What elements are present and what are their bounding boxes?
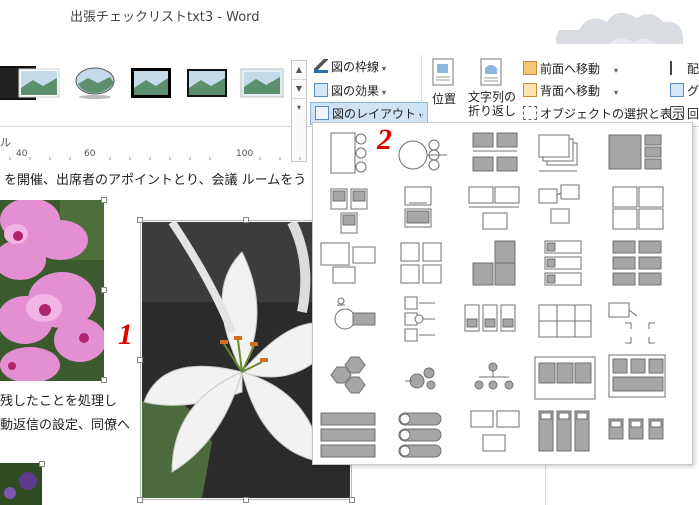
- document-text-line-1: を開催、出席者のアポイントとり、会議 ルームをう: [4, 173, 307, 188]
- picture-style-3[interactable]: [74, 66, 116, 100]
- position-button[interactable]: 位置: [428, 58, 460, 107]
- layout-option-3[interactable]: [472, 132, 518, 172]
- rotate-icon: [670, 106, 684, 120]
- chevron-down-icon: ▾: [614, 88, 619, 97]
- ruler-marks: [9, 157, 301, 160]
- layout-option-18[interactable]: [464, 304, 516, 332]
- layout-option-1[interactable]: [330, 132, 367, 174]
- layout-option-12[interactable]: [400, 242, 442, 284]
- document-text-line-3: 動返信の設定、同僚へ: [0, 418, 131, 433]
- send-backward-button[interactable]: 背面へ移動 ▾: [523, 82, 618, 99]
- ruler-tick-60: 60: [84, 149, 96, 159]
- small-photo[interactable]: [0, 463, 42, 505]
- resize-handle-flower-br[interactable]: [101, 377, 107, 383]
- layout-option-28[interactable]: [470, 410, 520, 452]
- phlox-photo[interactable]: [0, 200, 104, 381]
- align-icon: [670, 61, 684, 75]
- layout-option-4[interactable]: [538, 134, 578, 172]
- layout-option-30[interactable]: [608, 418, 664, 440]
- picture-effects-button[interactable]: 図の効果 ▾: [314, 82, 386, 99]
- layout-option-15[interactable]: [612, 240, 662, 286]
- layout-option-21[interactable]: [330, 356, 366, 394]
- window-title: 出張チェックリストtxt3 - Word: [70, 10, 260, 25]
- picture-layout-gallery[interactable]: .g { fill:#a6a6a6; stroke:#707070; strok…: [312, 122, 693, 465]
- bring-forward-icon: [523, 61, 537, 75]
- resize-handle-flower-mr[interactable]: [101, 287, 107, 293]
- title-bar: 出張チェックリストtxt3 - Word: [0, 0, 699, 50]
- layout-option-24[interactable]: [534, 356, 596, 400]
- selection-pane-icon: [523, 106, 537, 120]
- group-divider: [421, 55, 422, 117]
- layout-icon: [315, 106, 329, 120]
- resize-handle-br[interactable]: [349, 497, 355, 503]
- document-text-line-2: 残したことを処理し: [0, 394, 118, 409]
- layout-option-10[interactable]: [612, 186, 664, 230]
- layout-option-14[interactable]: [544, 240, 582, 286]
- pencil-icon: [314, 59, 328, 73]
- chevron-down-icon: ▾: [614, 66, 619, 75]
- layout-option-25[interactable]: [608, 354, 666, 398]
- page-margin-line: [545, 463, 546, 505]
- group-button[interactable]: グ: [670, 82, 699, 99]
- layout-option-6[interactable]: [330, 188, 368, 234]
- picture-style-5[interactable]: [186, 66, 228, 100]
- chevron-down-icon: ▾: [382, 64, 387, 73]
- resize-handle-tl[interactable]: [137, 217, 143, 223]
- position-icon: [432, 58, 454, 86]
- layout-option-5[interactable]: [608, 134, 662, 170]
- scroll-up-icon[interactable]: ▲: [292, 61, 306, 80]
- align-button[interactable]: 配: [670, 60, 699, 77]
- layout-option-16[interactable]: [334, 297, 376, 330]
- layout-option-9[interactable]: [538, 184, 580, 224]
- layout-option-27[interactable]: [398, 412, 442, 458]
- wrap-text-icon: [480, 58, 502, 86]
- picture-border-button[interactable]: 図の枠線 ▾: [314, 58, 386, 75]
- layout-option-19[interactable]: [538, 304, 592, 338]
- resize-handle-bl[interactable]: [137, 497, 143, 503]
- chevron-down-icon: ▾: [382, 88, 387, 97]
- more-icon[interactable]: ▾: [292, 99, 306, 117]
- layout-option-29[interactable]: [538, 410, 590, 452]
- ribbon: ▲ ▼ ▾ 図の枠線▾ 図の効果▾ 図のレイアウト▾ 位置 文字列の 折り返し▾…: [0, 44, 699, 162]
- group-icon: [670, 83, 684, 97]
- send-backward-icon: [523, 83, 537, 97]
- layout-option-2[interactable]: [398, 139, 447, 171]
- rotate-button[interactable]: 回: [670, 105, 699, 122]
- horizontal-ruler: 40 60 100: [0, 148, 312, 162]
- layout-option-23[interactable]: [474, 362, 514, 390]
- layout-option-26[interactable]: [320, 412, 376, 458]
- layout-option-11[interactable]: [320, 242, 376, 284]
- cloud-decoration: [555, 12, 683, 50]
- layout-option-17[interactable]: [404, 296, 435, 342]
- layout-option-22[interactable]: [405, 367, 436, 390]
- annotation-number-2: 2: [377, 123, 392, 156]
- resize-handle-small-tr[interactable]: [39, 461, 45, 467]
- resize-handle-bm[interactable]: [243, 497, 249, 503]
- layout-option-20[interactable]: [608, 302, 655, 344]
- ruler-tick-40: 40: [16, 149, 28, 159]
- layout-option-13[interactable]: [472, 240, 516, 286]
- resize-handle-flower-tr[interactable]: [101, 197, 107, 203]
- layout-gallery-grid: .g { fill:#a6a6a6; stroke:#707070; strok…: [320, 132, 666, 458]
- resize-handle-ml[interactable]: [137, 357, 143, 363]
- picture-style-6[interactable]: [240, 66, 284, 100]
- scroll-down-icon[interactable]: ▼: [292, 80, 306, 99]
- effects-icon: [314, 83, 328, 97]
- picture-style-4[interactable]: [130, 66, 172, 100]
- resize-handle-tm[interactable]: [243, 217, 249, 223]
- picture-styles-scrollbar[interactable]: ▲ ▼ ▾: [291, 60, 307, 162]
- selection-pane-button[interactable]: オブジェクトの選択と表示: [523, 105, 684, 122]
- ruler-tick-100: 100: [236, 149, 254, 159]
- layout-option-8[interactable]: [468, 186, 520, 230]
- layout-option-7[interactable]: [404, 186, 432, 228]
- picture-style-2[interactable]: [18, 66, 60, 100]
- annotation-number-1: 1: [118, 318, 133, 351]
- bring-forward-button[interactable]: 前面へ移動 ▾: [523, 60, 618, 77]
